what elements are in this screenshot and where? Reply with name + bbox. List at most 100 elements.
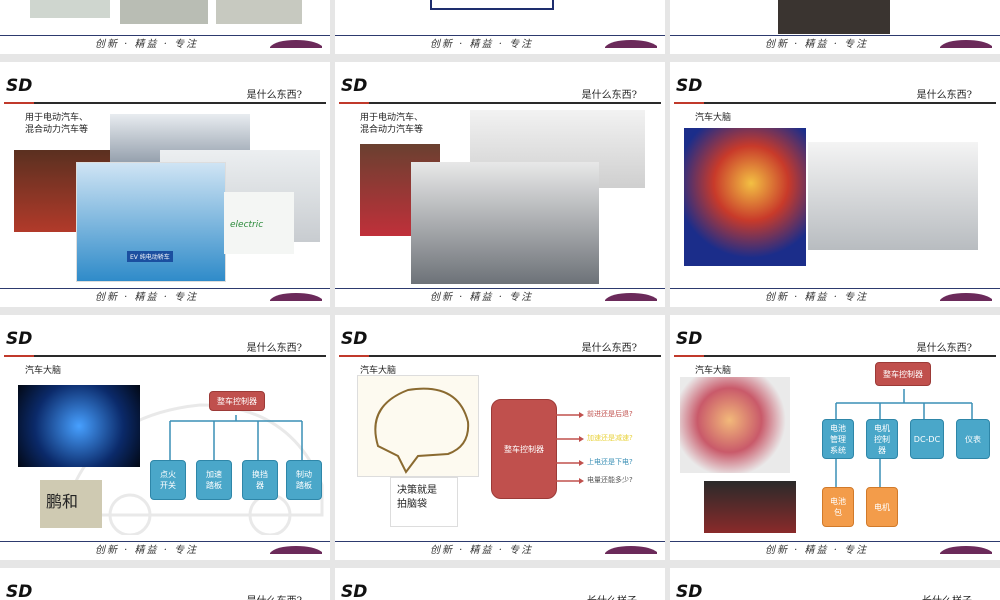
input-shifter-box: 换挡 器 [242,460,278,500]
calligraphy-text: 鹏和 [46,492,79,511]
slogan: 创新 · 精益 · 专注 [430,39,534,50]
slide-thumb-5[interactable]: SD 是什么东西? 用于电动汽车、 混合动力汽车等 创新 · 精益 · 专注 [335,62,665,307]
slide-thumb-top-3[interactable]: 创新 · 精益 · 专注 [670,0,1000,54]
slide-title: 是什么东西? [581,343,637,354]
slide-thumb-6[interactable]: SD 是什么东西? 汽车大脑 创新 · 精益 · 专注 [670,62,1000,307]
brain-map-image [357,375,479,477]
slogan: 创新 · 精益 · 专注 [765,545,869,556]
sd-logo-icon: SD [6,582,32,600]
sd-logo-icon: SD [676,329,702,349]
slide-thumb-10[interactable]: SD 是什么东西? [0,568,330,600]
slide-caption: 用于电动汽车、 混合动力汽车等 [25,113,89,135]
slide-thumb-9[interactable]: SD 是什么东西? 汽车大脑 整车控制器 电池 管理 系统 电机 控制 器 DC… [670,315,1000,560]
brain-outline-icon [374,387,470,474]
sd-logo-icon: SD [341,76,367,96]
slide-thumb-4[interactable]: SD 是什么东西? 用于电动汽车、 混合动力汽车等 EV 纯电动轿车 elect… [0,62,330,307]
slide-title: 长什么样子 [922,592,972,600]
svg-text:SD: SD [676,76,702,96]
controller-box: 整车控制器 [875,362,931,386]
input-accelerator-box: 加速 踏板 [196,460,232,500]
slide-footer: 创新 · 精益 · 专注 [0,285,330,307]
svg-text:SD: SD [341,76,367,96]
slogan: 创新 · 精益 · 专注 [765,292,869,303]
slide-thumb-top-2[interactable]: 创新 · 精益 · 专注 [335,0,665,54]
slide-footer: 创新 · 精益 · 专注 [335,538,665,560]
footer-car-icon [940,293,992,301]
sd-logo-icon: SD [676,76,702,96]
ai-head-photo [18,385,140,467]
slide-thumb-top-1[interactable]: 创新 · 精益 · 专注 [0,0,330,54]
controller-box: 整车控制器 [491,399,557,499]
photo-image [778,0,890,34]
calligraphy-text: 决策就是 拍脑袋 [397,485,437,510]
svg-text:SD: SD [676,582,702,600]
calligraphy-image: 决策就是 拍脑袋 [390,477,458,527]
sedan-photo [808,142,978,250]
slide-title: 是什么东西? [916,90,972,101]
slogan: 创新 · 精益 · 专注 [95,545,199,556]
input-ignition-box: 点火 开关 [150,460,186,500]
slide-title: 是什么东西? [246,343,302,354]
slide-thumb-7[interactable]: SD 是什么东西? 汽车大脑 鹏和 整车控制器 点火 开关 加速 踏板 换挡 器… [0,315,330,560]
svg-text:SD: SD [676,329,702,349]
slide-title: 是什么东西? [916,343,972,354]
footer-car-icon [270,40,322,48]
sd-logo-icon: SD [341,329,367,349]
person-photo [704,481,796,533]
decision-speed: 加速还是减速? [587,434,633,442]
slide-caption: 用于电动汽车、 混合动力汽车等 [360,113,424,135]
controller-box: 整车控制器 [209,391,265,411]
blue-ev-photo: EV 纯电动轿车 [76,162,226,282]
brain-photo [684,128,806,266]
sd-logo-icon: SD [6,76,32,96]
slide-title: 是什么东西? [581,90,637,101]
slide-thumb-8[interactable]: SD 是什么东西? 汽车大脑 决策就是 拍脑袋 整车控制器 前进还是后退? 加速… [335,315,665,560]
sd-logo-icon: SD [6,329,32,349]
concept-car-photo [411,162,599,284]
slogan: 创新 · 精益 · 专注 [430,292,534,303]
svg-text:SD: SD [341,582,367,600]
slogan: 创新 · 精益 · 专注 [430,545,534,556]
output-dashboard-box: 仪表 [956,419,990,459]
slide-footer: 创新 · 精益 · 专注 [670,32,1000,54]
footer-car-icon [270,546,322,554]
slide-thumb-11[interactable]: SD 长什么样子 [335,568,665,600]
svg-text:SD: SD [6,329,32,349]
slide-caption: 汽车大脑 [695,366,732,376]
svg-text:SD: SD [6,582,32,600]
footer-car-icon [605,293,657,301]
electric-van-photo: electric [224,192,294,254]
product-image [216,0,302,24]
slide-footer: 创新 · 精益 · 专注 [0,538,330,560]
calligraphy-image: 鹏和 [40,480,102,528]
footer-car-icon [270,293,322,301]
slogan: 创新 · 精益 · 专注 [95,39,199,50]
sd-logo-icon: SD [676,582,702,600]
footer-car-icon [940,546,992,554]
slide-title: 是什么东西? [246,90,302,101]
slide-caption: 汽车大脑 [695,113,732,123]
slogan: 创新 · 精益 · 专注 [765,39,869,50]
output-bms-box: 电池 管理 系统 [822,419,854,459]
electric-label: electric [230,220,264,230]
slide-caption: 汽车大脑 [25,366,62,376]
brain-diagram-photo [680,377,790,473]
diagram-image [430,0,554,10]
input-brake-box: 制动 踏板 [286,460,322,500]
footer-car-icon [605,40,657,48]
arrow-lines [555,412,584,484]
svg-text:SD: SD [6,76,32,96]
slide-title: 长什么样子 [587,592,637,600]
slogan: 创新 · 精益 · 专注 [95,292,199,303]
decision-power: 上电还是下电? [587,458,633,466]
slide-title: 是什么东西? [247,592,302,600]
product-image [30,0,110,18]
slide-thumb-12[interactable]: SD 长什么样子 [670,568,1000,600]
slide-footer: 创新 · 精益 · 专注 [670,285,1000,307]
product-image [120,0,208,24]
plate-label: EV 纯电动轿车 [127,251,173,262]
motor-box: 电机 [866,487,898,527]
svg-text:SD: SD [341,329,367,349]
slide-footer: 创新 · 精益 · 专注 [670,538,1000,560]
slide-footer: 创新 · 精益 · 专注 [335,285,665,307]
